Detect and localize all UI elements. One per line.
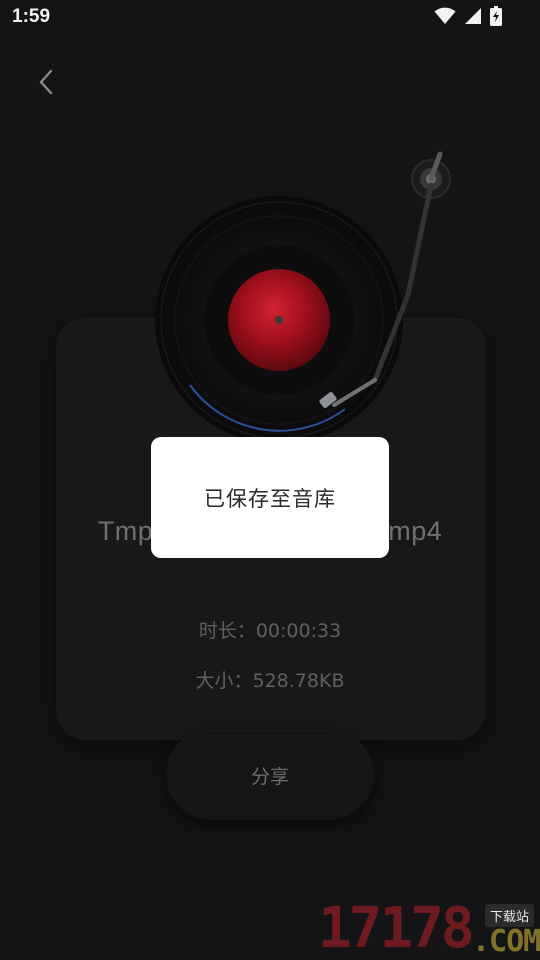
cellular-signal-icon bbox=[464, 7, 482, 29]
size-label: 大小：528.78KB bbox=[195, 670, 345, 692]
chevron-left-icon bbox=[37, 69, 55, 99]
share-button-label: 分享 bbox=[250, 765, 289, 788]
watermark-digits: 17178 bbox=[318, 896, 475, 960]
status-time: 1:59 bbox=[12, 6, 51, 27]
back-button[interactable] bbox=[28, 66, 64, 102]
screen: 1:59 Tmp mp4 时长：00:00:33 大小：528.78KB 分享 … bbox=[0, 0, 540, 960]
duration-label: 时长：00:00:33 bbox=[198, 620, 342, 642]
watermark-domain: .COM bbox=[472, 924, 540, 959]
watermark-logo: 17178 下载站 .COM bbox=[314, 896, 540, 960]
share-button[interactable]: 分享 bbox=[166, 730, 374, 820]
status-bar: 1:59 bbox=[0, 0, 540, 36]
battery-charging-icon bbox=[490, 6, 502, 30]
status-icons bbox=[434, 6, 502, 30]
toast-text: 已保存至音库 bbox=[204, 486, 336, 511]
file-name-start: Tmp bbox=[97, 516, 154, 546]
file-name-end: mp4 bbox=[388, 516, 443, 546]
toast-message: 已保存至音库 bbox=[151, 437, 389, 558]
vinyl-record-illustration bbox=[150, 145, 460, 445]
wifi-icon bbox=[434, 7, 456, 29]
